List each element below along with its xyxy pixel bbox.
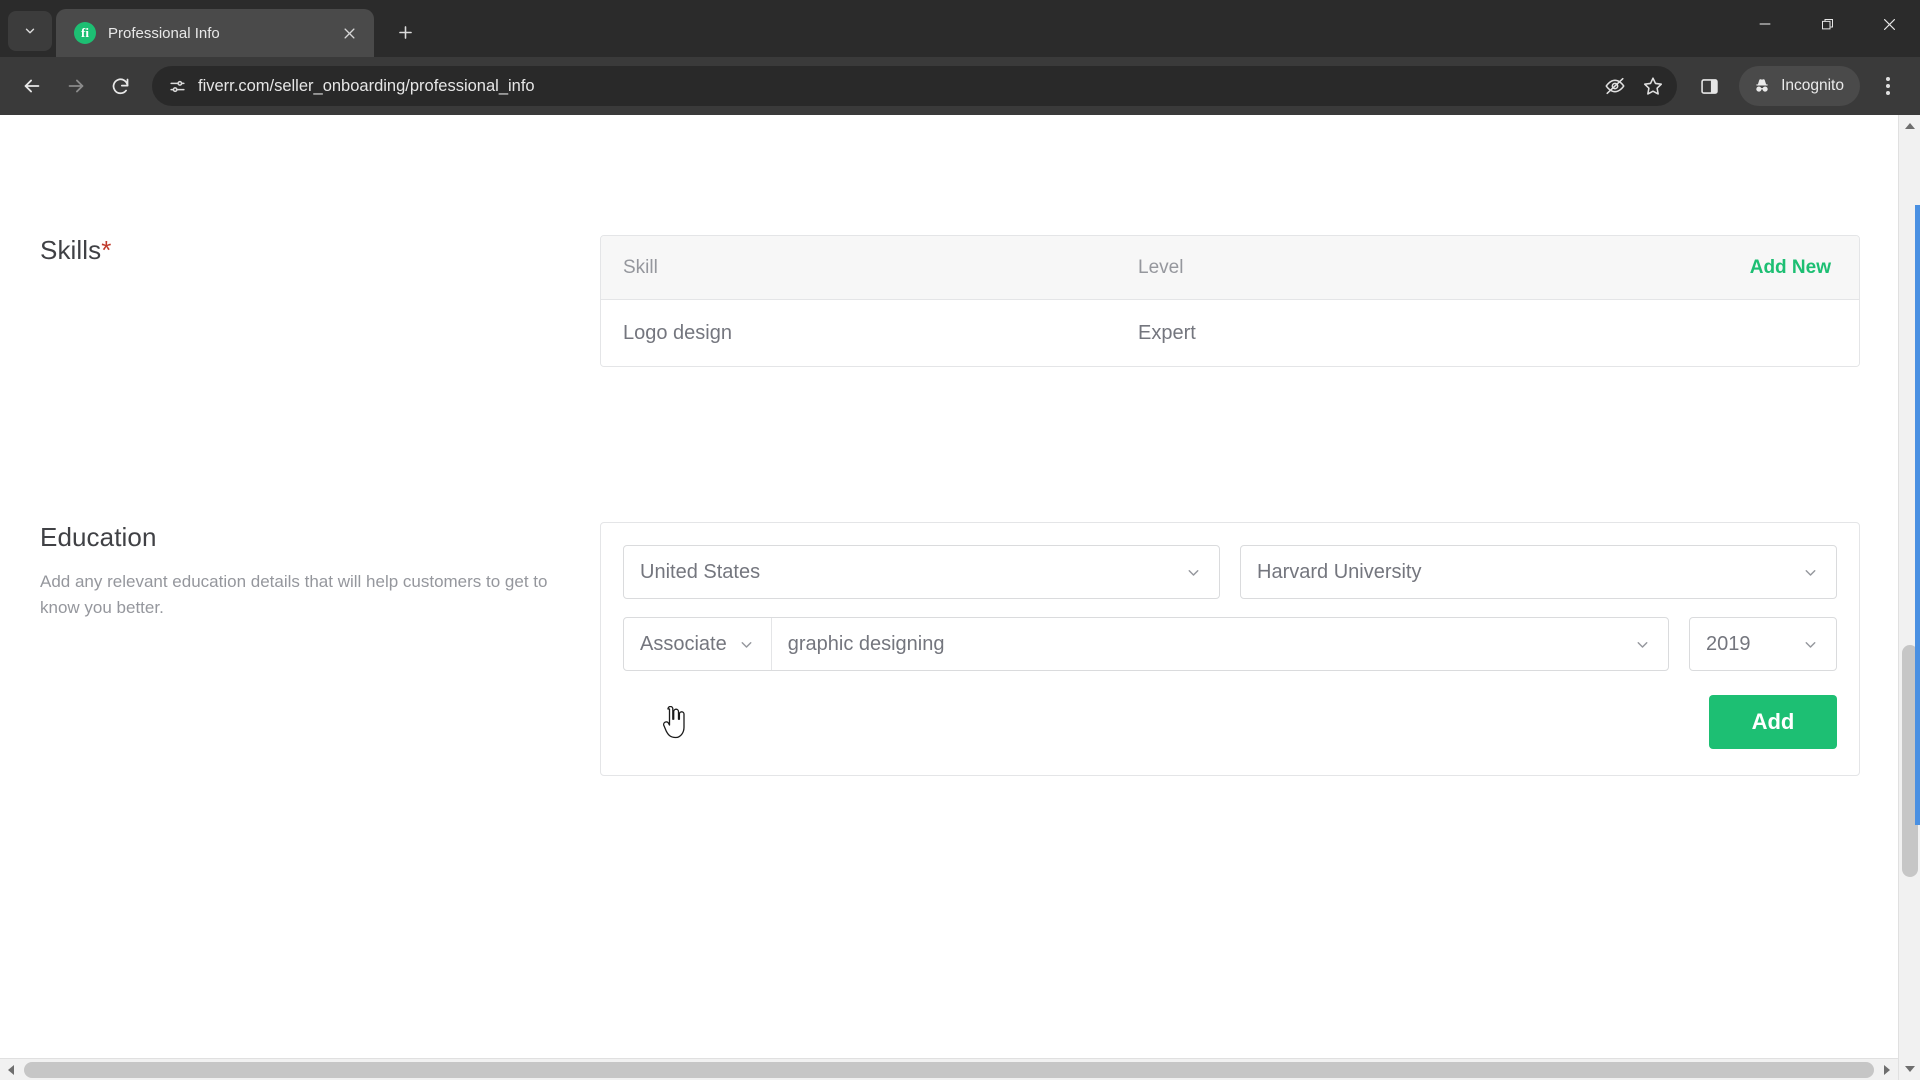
education-form-row-2: Associate graphic designing 2019 [623, 617, 1837, 671]
skills-table-card: Skill Level Add New Logo design Expert [600, 235, 1860, 367]
column-header-skill: Skill [623, 256, 658, 278]
skills-heading: Skills* [40, 235, 560, 266]
chevron-down-icon [1183, 562, 1203, 582]
browser-tab[interactable]: fi Professional Info [56, 9, 374, 57]
table-row: Logo design Expert [601, 300, 1859, 366]
reload-button[interactable] [100, 66, 140, 106]
eye-off-icon [1605, 77, 1625, 95]
education-heading: Education [40, 522, 157, 552]
scroll-left-arrow-icon [8, 1065, 14, 1075]
mouse-cursor-pointer [663, 706, 685, 739]
minimize-icon [1759, 23, 1771, 25]
tab-search-button[interactable] [8, 11, 52, 51]
omnibox-actions [1599, 70, 1669, 102]
incognito-icon [1756, 79, 1768, 92]
scroll-down-button[interactable] [1899, 1058, 1920, 1080]
horizontal-scrollbar-thumb[interactable] [24, 1062, 1874, 1078]
tab-title: Professional Info [108, 24, 220, 42]
tracking-protection-button[interactable] [1599, 70, 1631, 102]
incognito-label: Incognito [1781, 77, 1844, 94]
close-icon [343, 27, 355, 39]
year-select[interactable]: 2019 [1689, 617, 1837, 671]
restore-icon [1821, 18, 1833, 29]
chevron-down-icon [1800, 634, 1820, 654]
skill-name-cell: Logo design [623, 321, 732, 344]
back-arrow-icon [24, 79, 40, 93]
add-education-button[interactable]: Add [1709, 695, 1837, 749]
maximize-window-button[interactable] [1796, 0, 1858, 48]
tab-strip: fi Professional Info [0, 0, 1920, 57]
close-icon [1883, 18, 1895, 30]
menu-dot [1886, 77, 1890, 81]
education-description: Add any relevant education details that … [40, 572, 548, 617]
reload-icon [112, 77, 128, 94]
major-value: graphic designing [787, 632, 945, 655]
degree-major-combo: Associate graphic designing [623, 617, 1669, 671]
scroll-right-arrow-icon [1884, 1065, 1890, 1075]
education-form-row-1: United States Harvard University [623, 545, 1837, 599]
scroll-down-arrow-icon [1905, 1066, 1915, 1072]
country-value: United States [640, 560, 761, 583]
page-focus-indicator [1915, 205, 1920, 825]
address-bar[interactable]: fiverr.com/seller_onboarding/professiona… [152, 66, 1678, 106]
country-select[interactable]: United States [623, 545, 1220, 599]
site-settings-button[interactable] [166, 75, 188, 97]
browser-window: fi Professional Info fiverr.com/seller_o… [0, 0, 1920, 1080]
window-controls [1734, 0, 1920, 48]
scroll-right-button[interactable] [1876, 1059, 1898, 1080]
skills-section-right: Skill Level Add New Logo design Expert [600, 235, 1860, 367]
skill-level-cell: Expert [1138, 321, 1196, 344]
chevron-down-icon [1632, 634, 1652, 654]
forward-button[interactable] [56, 66, 96, 106]
page-viewport: Skills* Skill Level Add New Logo design … [0, 115, 1920, 1080]
close-window-button[interactable] [1858, 0, 1920, 48]
horizontal-scrollbar[interactable] [0, 1058, 1898, 1080]
education-form-card: United States Harvard University Associa… [600, 522, 1860, 776]
bookmark-button[interactable] [1637, 70, 1669, 102]
scroll-up-button[interactable] [1899, 115, 1920, 137]
new-tab-button[interactable] [388, 15, 422, 49]
skills-section-left: Skills* [40, 235, 600, 266]
incognito-indicator[interactable]: Incognito [1739, 66, 1860, 106]
url-text[interactable]: fiverr.com/seller_onboarding/professiona… [198, 77, 1589, 96]
professional-info-page: Skills* Skill Level Add New Logo design … [0, 115, 1900, 1060]
menu-dot [1886, 84, 1890, 88]
major-select[interactable]: graphic designing [772, 618, 1668, 670]
chevron-down-icon [737, 634, 757, 654]
education-section: Education Add any relevant education det… [40, 522, 1860, 776]
browser-menu-button[interactable] [1868, 66, 1908, 106]
side-panel-icon [1700, 78, 1718, 94]
add-new-skill-link[interactable]: Add New [1750, 257, 1837, 279]
browser-toolbar: fiverr.com/seller_onboarding/professiona… [0, 57, 1920, 115]
degree-select[interactable]: Associate [624, 618, 772, 670]
side-panel-button[interactable] [1689, 66, 1729, 106]
column-header-level: Level [1138, 256, 1184, 278]
skills-section: Skills* Skill Level Add New Logo design … [40, 235, 1860, 367]
fiverr-favicon: fi [74, 22, 96, 44]
tune-icon [169, 80, 185, 92]
education-section-right: United States Harvard University Associa… [600, 522, 1860, 776]
university-value: Harvard University [1257, 560, 1422, 583]
chevron-down-icon [1800, 562, 1820, 582]
plus-icon [398, 25, 412, 39]
back-button[interactable] [12, 66, 52, 106]
forward-arrow-icon [68, 79, 84, 93]
education-section-left: Education Add any relevant education det… [40, 522, 600, 621]
scroll-up-arrow-icon [1905, 123, 1915, 129]
skills-table-header: Skill Level Add New [601, 236, 1859, 300]
star-icon [1644, 77, 1663, 95]
tab-close-button[interactable] [336, 20, 362, 46]
education-actions: Add [623, 689, 1837, 749]
skills-heading-text: Skills [40, 235, 102, 265]
minimize-window-button[interactable] [1734, 0, 1796, 48]
year-value: 2019 [1706, 632, 1751, 655]
scroll-left-button[interactable] [0, 1059, 22, 1080]
university-select[interactable]: Harvard University [1240, 545, 1837, 599]
required-asterisk: * [101, 235, 112, 265]
degree-value: Associate [640, 632, 727, 655]
menu-dot [1886, 91, 1890, 95]
chevron-down-icon [25, 28, 35, 34]
